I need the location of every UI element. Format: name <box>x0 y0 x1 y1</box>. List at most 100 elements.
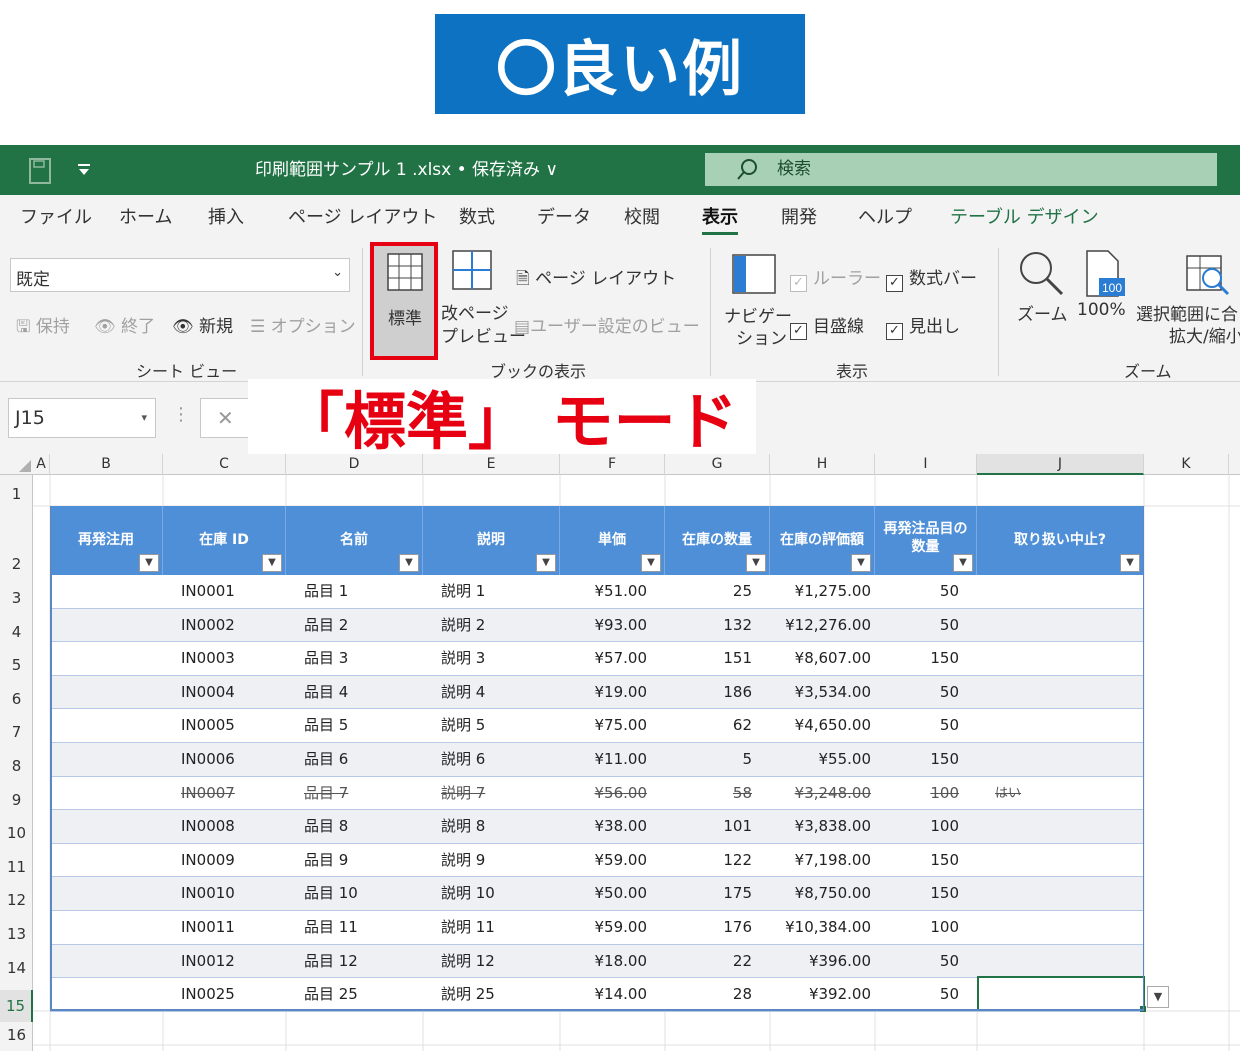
grid-icon <box>387 253 423 291</box>
tab-table-design[interactable]: テーブル デザイン <box>950 195 1099 240</box>
zoom-100-button[interactable]: 100 100% <box>1074 248 1130 358</box>
options-label: オプション <box>270 317 356 337</box>
row-header[interactable]: 2 <box>0 555 33 573</box>
custom-views-button[interactable]: ▤ユーザー設定のビュー <box>514 312 700 337</box>
chevron-down-icon: ⌄ <box>332 265 343 280</box>
example-banner: 〇良い例 <box>435 14 805 114</box>
chevron-down-icon: ▾ <box>141 411 147 424</box>
search-icon <box>737 159 757 180</box>
worksheet-grid[interactable]: 再発注用 ▼ 在庫 ID ▼ 名前 ▼ 説明 ▼ 単価 ▼ 在庫の数量 ▼ 在庫の評価額 ▼ … <box>33 475 1240 1051</box>
formula-bar-checkbox[interactable]: ✓ 数式バー <box>886 264 977 292</box>
list-icon: ☰ <box>250 317 266 337</box>
page-break-preview-button[interactable]: 改ページ プレビュー <box>440 246 526 356</box>
column-header-d[interactable]: D <box>286 454 423 475</box>
keep-button[interactable]: 🖫 保持 <box>16 312 70 343</box>
tab-help[interactable]: ヘルプ <box>858 195 912 240</box>
column-header-e[interactable]: E <box>423 454 560 475</box>
column-header-b[interactable]: B <box>50 454 163 475</box>
tab-review[interactable]: 校閲 <box>624 195 660 240</box>
row-header[interactable]: 7 <box>0 723 33 741</box>
column-header-k[interactable]: K <box>1144 454 1229 475</box>
column-header-f[interactable]: F <box>560 454 665 475</box>
row-header[interactable]: 5 <box>0 656 33 674</box>
navigation-label-2: ション <box>736 329 787 349</box>
quick-access-dropdown-icon[interactable] <box>76 163 92 177</box>
row-header[interactable]: 3 <box>0 589 33 607</box>
headings-label: 見出し <box>909 317 960 337</box>
row-header[interactable]: 9 <box>0 791 33 809</box>
row-header[interactable]: 4 <box>0 623 33 641</box>
row-header[interactable]: 12 <box>0 891 33 909</box>
magnifier-icon <box>1020 252 1064 296</box>
select-all-icon[interactable] <box>18 459 32 473</box>
sheet-view-value: 既定 <box>16 270 50 290</box>
name-box-value: J15 <box>15 407 45 429</box>
column-header-j[interactable]: J <box>977 454 1144 475</box>
ruler-checkbox[interactable]: ✓ ルーラー <box>790 264 881 292</box>
zoom-selection-label-2: 拡大/縮小 <box>1169 327 1240 347</box>
page-break-icon <box>452 250 492 290</box>
column-header-g[interactable]: G <box>665 454 770 475</box>
tab-insert[interactable]: 挿入 <box>208 195 244 240</box>
name-box[interactable]: J15 ▾ <box>8 398 156 438</box>
formula-bar-label: 数式バー <box>909 269 977 289</box>
custom-views-label: ユーザー設定のビュー <box>530 317 700 337</box>
group-divider <box>998 248 999 376</box>
search-placeholder: 検索 <box>777 159 811 179</box>
zoom-button[interactable]: ズーム <box>1014 248 1068 358</box>
search-box[interactable]: 検索 <box>705 153 1217 186</box>
gridlines-checkbox[interactable]: ✓ 目盛線 <box>790 312 864 340</box>
group-label-sheet-view: シート ビュー <box>136 362 238 381</box>
page-break-label-1: 改ページ <box>441 304 509 324</box>
save-icon: 🖫 <box>16 317 31 337</box>
row-header[interactable]: 6 <box>0 690 33 708</box>
ribbon: 既定 ⌄ 🖫 保持 👁 終了 👁 新規 ☰ オプション シート ビュー 標準 改… <box>0 240 1240 382</box>
gridlines-label: 目盛線 <box>813 317 864 337</box>
row-header[interactable]: 1 <box>0 485 33 503</box>
column-header-h[interactable]: H <box>770 454 875 475</box>
tab-page-layout[interactable]: ページ レイアウト <box>288 195 437 240</box>
new-button[interactable]: 👁 新規 <box>172 312 233 337</box>
tab-data[interactable]: データ <box>537 195 591 240</box>
group-divider <box>362 248 363 376</box>
tab-developer[interactable]: 開発 <box>781 195 817 240</box>
column-header-a[interactable]: A <box>33 454 50 475</box>
row-header[interactable]: 16 <box>0 1026 33 1044</box>
document-title[interactable]: 印刷範囲サンプル 1 .xlsx • 保存済み ∨ <box>255 145 558 195</box>
normal-view-button[interactable]: 標準 <box>370 242 438 360</box>
column-header-c[interactable]: C <box>163 454 286 475</box>
sheet-view-select[interactable]: 既定 ⌄ <box>10 258 350 292</box>
row-header[interactable]: 11 <box>0 858 33 876</box>
row-header[interactable]: 13 <box>0 925 33 943</box>
cell-dropdown-icon[interactable]: ▼ <box>1147 986 1169 1008</box>
group-label-zoom: ズーム <box>1124 362 1172 381</box>
autosave-icon[interactable] <box>28 157 54 185</box>
checkbox-icon: ✓ <box>790 275 807 292</box>
row-header[interactable]: 15 <box>0 990 33 1022</box>
headings-checkbox[interactable]: ✓ 見出し <box>886 312 960 340</box>
exit-button[interactable]: 👁 終了 <box>94 312 155 337</box>
table-outline <box>50 506 1144 1011</box>
column-header-i[interactable]: I <box>875 454 977 475</box>
tab-view[interactable]: 表示 <box>702 195 738 240</box>
zoom-to-selection-button[interactable]: 選択範囲に合 拡大/縮小 <box>1136 248 1240 358</box>
zoom-selection-icon <box>1186 255 1230 296</box>
group-divider <box>710 248 711 376</box>
ruler-label: ルーラー <box>813 269 881 289</box>
eye-off-icon: 👁 <box>94 317 116 337</box>
row-header[interactable]: 10 <box>0 824 33 842</box>
keep-label: 保持 <box>35 317 70 337</box>
navigation-button[interactable]: ナビゲー ション <box>722 250 792 360</box>
tab-home[interactable]: ホーム <box>119 195 172 240</box>
new-label: 新規 <box>199 317 233 337</box>
page-layout-label: ページ レイアウト <box>535 269 677 289</box>
options-button[interactable]: ☰ オプション <box>250 312 356 337</box>
row-header[interactable]: 8 <box>0 757 33 775</box>
zoom-label: ズーム <box>1017 305 1068 325</box>
tab-file[interactable]: ファイル <box>20 195 92 240</box>
tab-formulas[interactable]: 数式 <box>459 195 495 240</box>
page-layout-button[interactable]: 🗎 ページ レイアウト <box>516 264 676 295</box>
checkbox-icon: ✓ <box>886 275 903 292</box>
row-header[interactable]: 14 <box>0 959 33 977</box>
zoom-100-label: 100% <box>1077 300 1126 320</box>
